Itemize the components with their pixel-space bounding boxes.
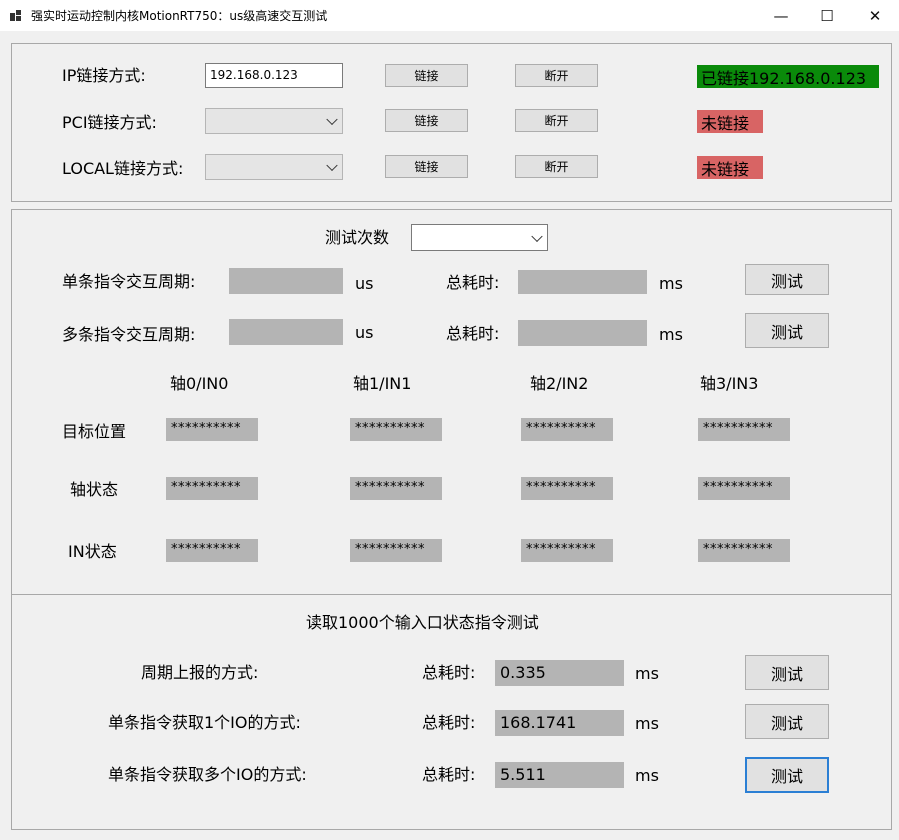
axis-state-label: 轴状态 <box>70 480 119 499</box>
axis1-header: 轴1/IN1 <box>353 374 412 393</box>
ip-label: IP链接方式: <box>62 66 146 85</box>
pci-status-badge: 未链接 <box>697 110 763 133</box>
multi-total-unit: ms <box>659 325 683 344</box>
io-single-test-button[interactable]: 测试 <box>745 704 829 739</box>
local-select[interactable] <box>205 154 343 180</box>
io-periodic-label: 周期上报的方式: <box>141 663 259 682</box>
io-periodic-test-button[interactable]: 测试 <box>745 655 829 690</box>
axis-state-axis2: ********** <box>521 477 613 500</box>
target-position-label: 目标位置 <box>62 422 127 441</box>
in-state-axis1: ********** <box>350 539 442 562</box>
single-total-unit: ms <box>659 274 683 293</box>
target-position-axis0: ********** <box>166 418 258 441</box>
io-multi-test-button[interactable]: 测试 <box>745 757 829 793</box>
io-single-label: 单条指令获取1个IO的方式: <box>108 713 301 732</box>
axis2-header: 轴2/IN2 <box>530 374 589 393</box>
multi-cycle-label: 多条指令交互周期: <box>62 325 196 344</box>
io-multi-label: 单条指令获取多个IO的方式: <box>108 765 307 784</box>
window-title: 强实时运动控制内核MotionRT750：us级高速交互测试 <box>31 9 328 23</box>
chevron-down-icon <box>531 230 543 242</box>
local-disconnect-button[interactable]: 断开 <box>515 155 598 178</box>
local-connect-button[interactable]: 链接 <box>385 155 468 178</box>
pci-disconnect-button[interactable]: 断开 <box>515 109 598 132</box>
multi-cycle-unit: us <box>355 323 374 342</box>
io-multi-value: 5.511 <box>495 762 624 788</box>
multi-test-button[interactable]: 测试 <box>745 313 829 348</box>
axis-state-axis0: ********** <box>166 477 258 500</box>
ip-connect-button[interactable]: 链接 <box>385 64 468 87</box>
ip-input[interactable]: 192.168.0.123 <box>205 63 343 88</box>
target-position-axis3: ********** <box>698 418 790 441</box>
io-test-title: 读取1000个输入口状态指令测试 <box>306 613 539 632</box>
app-icon <box>10 10 21 21</box>
io-periodic-total-label: 总耗时: <box>422 663 476 682</box>
axis3-header: 轴3/IN3 <box>700 374 759 393</box>
test-count-select[interactable] <box>411 224 548 251</box>
single-total-value <box>518 270 647 294</box>
maximize-icon: ☐ <box>820 6 834 25</box>
axis-state-axis3: ********** <box>698 477 790 500</box>
io-multi-unit: ms <box>635 766 659 785</box>
axis-state-axis1: ********** <box>350 477 442 500</box>
target-position-axis1: ********** <box>350 418 442 441</box>
multi-total-label: 总耗时: <box>446 324 500 343</box>
io-periodic-value: 0.335 <box>495 660 624 686</box>
pci-connect-button[interactable]: 链接 <box>385 109 468 132</box>
chevron-down-icon <box>326 159 338 172</box>
ip-status-badge: 已链接192.168.0.123 <box>697 65 879 88</box>
single-test-button[interactable]: 测试 <box>745 264 829 295</box>
test-count-label: 测试次数 <box>325 228 390 247</box>
pci-label: PCI链接方式: <box>62 113 157 132</box>
io-periodic-unit: ms <box>635 664 659 683</box>
in-state-axis0: ********** <box>166 539 258 562</box>
close-button[interactable]: ✕ <box>852 0 898 31</box>
maximize-button[interactable]: ☐ <box>804 0 850 31</box>
io-single-total-label: 总耗时: <box>422 713 476 732</box>
in-state-axis2: ********** <box>521 539 613 562</box>
in-state-label: IN状态 <box>68 542 117 561</box>
multi-total-value <box>518 320 647 346</box>
single-cycle-label: 单条指令交互周期: <box>62 272 196 291</box>
io-single-unit: ms <box>635 714 659 733</box>
axis0-header: 轴0/IN0 <box>170 374 229 393</box>
single-total-label: 总耗时: <box>446 273 500 292</box>
single-cycle-value <box>229 268 343 294</box>
minimize-icon: — <box>773 6 789 25</box>
ip-disconnect-button[interactable]: 断开 <box>515 64 598 87</box>
pci-select[interactable] <box>205 108 343 134</box>
multi-cycle-value <box>229 319 343 345</box>
chevron-down-icon <box>326 113 338 126</box>
target-position-axis2: ********** <box>521 418 613 441</box>
minimize-button[interactable]: — <box>758 0 804 31</box>
single-cycle-unit: us <box>355 274 374 293</box>
io-single-value: 168.1741 <box>495 710 624 736</box>
local-status-badge: 未链接 <box>697 156 763 179</box>
io-multi-total-label: 总耗时: <box>422 765 476 784</box>
local-label: LOCAL链接方式: <box>62 159 184 178</box>
close-icon: ✕ <box>868 6 882 25</box>
in-state-axis3: ********** <box>698 539 790 562</box>
